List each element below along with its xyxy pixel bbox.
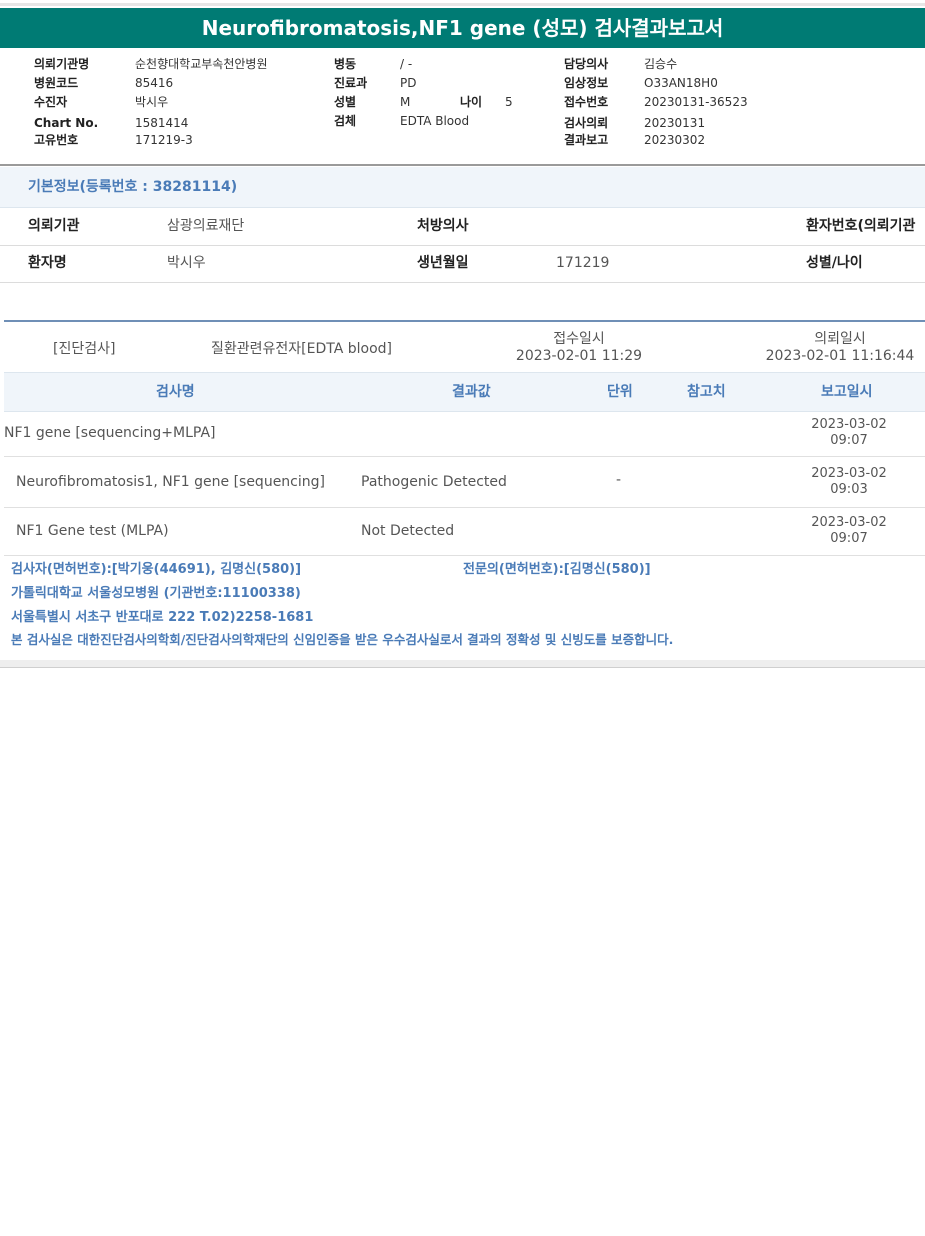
header-divider (0, 164, 925, 166)
test-specimen-group: 질환관련유전자[EDTA blood] (211, 341, 392, 357)
header-value: 박시우 (135, 95, 169, 109)
test-name: Neurofibromatosis1, NF1 gene [sequencing… (16, 474, 325, 490)
patient-number-label: 환자번호(의뢰기관 (806, 218, 916, 234)
header-value: / - (400, 57, 413, 71)
specialist-license: 전문의(면허번호):[김명신(580)] (463, 562, 651, 577)
received-datetime: 2023-02-01 11:29 (515, 348, 643, 364)
basic-info-row: 의뢰기관 삼광의료재단 처방의사 환자번호(의뢰기관 (0, 208, 925, 246)
results-table-header: 검사명 결과값 단위 참고치 보고일시 (4, 372, 925, 412)
report-date-time: 09:03 (830, 482, 868, 497)
header-value: 171219-3 (135, 133, 193, 147)
lab-address: 서울특별시 서초구 반포대로 222 T.02)2258-1681 (11, 610, 314, 625)
lab-hospital: 가톨릭대학교 서울성모병원 (기관번호:11100338) (11, 586, 301, 601)
header-key: 의뢰기관명 (34, 57, 90, 71)
report-date: 2023-03-02 09:07 (784, 515, 914, 547)
test-name: NF1 Gene test (MLPA) (16, 523, 169, 539)
header-value-age: 5 (505, 95, 513, 109)
header-value: 20230131 (644, 116, 706, 130)
top-border (0, 3, 925, 6)
header-item: 병원코드 (34, 76, 79, 90)
test-result: Pathogenic Detected (361, 474, 507, 490)
header-item: 수진자 (34, 95, 68, 109)
header-item: 의뢰기관명 (34, 55, 89, 73)
header-item: 고유번호 (34, 133, 79, 147)
header-item: 검체 (334, 114, 357, 128)
lab-certification: 본 검사실은 대한진단검사의학회/진단검사의학재단의 신임인증을 받은 우수검사… (11, 632, 674, 647)
header-value: 순천향대학교부속천안병원 (135, 57, 268, 71)
col-report-date: 보고일시 (821, 384, 873, 400)
col-unit: 단위 (607, 384, 633, 400)
requested-label: 의뢰일시 (814, 331, 866, 347)
test-name: NF1 gene [sequencing+MLPA] (4, 425, 216, 441)
report-footer: 검사자(면허번호):[박기웅(44691), 김명신(580)] 전문의(면허번… (0, 556, 925, 660)
report-date-time: 09:07 (830, 531, 868, 546)
patient-name-value: 박시우 (167, 255, 206, 271)
tester-license: 검사자(면허번호):[박기웅(44691), 김명신(580)] (11, 562, 302, 577)
header-value: 85416 (135, 76, 174, 90)
test-unit: - (616, 472, 622, 488)
prescribing-doctor-label: 처방의사 (417, 218, 469, 234)
test-category: [진단검사] (53, 341, 116, 357)
header-item-age: 나이 (460, 95, 483, 109)
header-value: 1581414 (135, 116, 189, 130)
header-value: O33AN18H0 (644, 76, 718, 90)
header-item: 담당의사 (564, 57, 609, 71)
col-reference: 참고치 (687, 384, 726, 400)
report-header-info: 의뢰기관명 순천향대학교부속천안병원 병원코드 85416 수진자 박시우 Ch… (0, 55, 925, 155)
patient-name-label: 환자명 (28, 255, 67, 271)
report-date-time: 09:07 (830, 433, 868, 448)
basic-info-row: 환자명 박시우 생년월일 171219 성별/나이 (0, 245, 925, 283)
report-date-day: 2023-03-02 (811, 515, 887, 530)
header-value: PD (400, 76, 417, 90)
header-item: 검사의뢰 (564, 116, 609, 130)
diagnostic-test-summary: [진단검사] 질환관련유전자[EDTA blood] 접수일시 2023-02-… (4, 322, 925, 372)
requesting-institution-label: 의뢰기관 (28, 218, 80, 234)
header-item: 병동 (334, 57, 357, 71)
report-date: 2023-03-02 09:03 (784, 466, 914, 498)
received-label: 접수일시 (553, 331, 605, 347)
requesting-institution-value: 삼광의료재단 (167, 218, 245, 234)
report-date: 2023-03-02 09:07 (784, 417, 914, 449)
header-value: 20230131-36523 (644, 95, 748, 109)
header-value: EDTA Blood (400, 114, 470, 128)
report-title: Neurofibromatosis,NF1 gene (성모) 검사결과보고서 (0, 8, 925, 48)
basic-info-heading: 기본정보(등록번호 : 38281114) (0, 167, 925, 208)
table-row: Neurofibromatosis1, NF1 gene [sequencing… (4, 457, 925, 508)
requested-datetime: 2023-02-01 11:16:44 (765, 348, 915, 364)
header-item: 진료과 (334, 76, 368, 90)
test-result: Not Detected (361, 523, 455, 539)
header-item: 성별 (334, 95, 357, 109)
report-date-day: 2023-03-02 (811, 466, 887, 481)
header-value: 김승수 (644, 57, 678, 71)
birthdate-value: 171219 (556, 255, 610, 271)
header-item: 임상정보 (564, 76, 609, 90)
header-item: 접수번호 (564, 95, 609, 109)
table-row: NF1 gene [sequencing+MLPA] 2023-03-02 09… (4, 411, 925, 457)
header-item: 결과보고 (564, 133, 609, 147)
col-test-name: 검사명 (156, 384, 195, 400)
table-row: NF1 Gene test (MLPA) Not Detected 2023-0… (4, 508, 925, 556)
header-value: M (400, 95, 411, 109)
birthdate-label: 생년월일 (417, 255, 469, 271)
report-date-day: 2023-03-02 (811, 417, 887, 432)
sex-age-label: 성별/나이 (806, 255, 863, 271)
header-value: 20230302 (644, 133, 706, 147)
header-item: Chart No. (34, 116, 99, 130)
footer-bar (0, 660, 925, 668)
col-result: 결과값 (452, 384, 491, 400)
